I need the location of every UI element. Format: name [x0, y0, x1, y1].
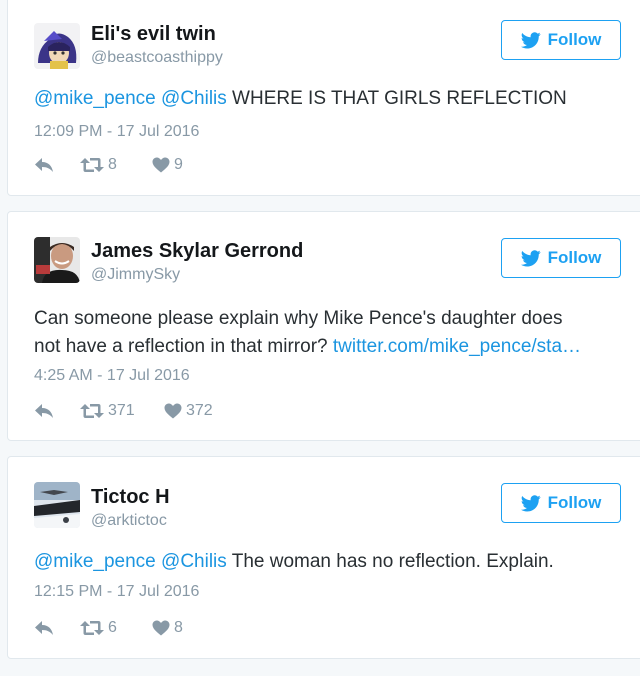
retweet-button[interactable]: 371	[80, 402, 164, 420]
avatar[interactable]	[34, 237, 80, 283]
retweet-icon	[80, 158, 104, 172]
twitter-bird-icon	[520, 31, 541, 48]
reply-arrow-icon	[35, 621, 53, 635]
timestamp[interactable]: 12:09 PM - 17 Jul 2016	[34, 123, 199, 141]
retweet-count: 8	[108, 156, 117, 173]
follow-label: Follow	[547, 248, 602, 267]
heart-icon	[152, 620, 170, 636]
twitter-bird-icon	[520, 249, 541, 266]
display-name[interactable]: James Skylar Gerrond	[91, 240, 303, 263]
twitter-bird-icon	[520, 494, 541, 511]
follow-button[interactable]: Follow	[501, 238, 621, 278]
mention-link[interactable]: @mike_pence	[34, 88, 156, 109]
tweet-body-line: Can someone please explain why Mike Penc…	[34, 308, 563, 329]
retweet-icon	[80, 404, 104, 418]
mention-link[interactable]: @Chilis	[161, 551, 227, 572]
reply-arrow-icon	[35, 404, 53, 418]
display-name[interactable]: Tictoc H	[91, 486, 170, 509]
display-name[interactable]: Eli's evil twin	[91, 23, 216, 46]
follow-button[interactable]: Follow	[501, 20, 621, 60]
url-link[interactable]: twitter.com/mike_pence/sta…	[333, 336, 581, 357]
tweet-text: @mike_pence @Chilis WHERE IS THAT GIRLS …	[34, 85, 614, 113]
tweet-text: @mike_pence @Chilis The woman has no ref…	[34, 548, 614, 576]
tweet-card: James Skylar Gerrond @JimmySky Follow Ca…	[7, 211, 640, 441]
like-count: 8	[174, 619, 183, 636]
tweet-actions: 371 372	[34, 400, 213, 422]
tweet-body: The woman has no reflection. Explain.	[226, 551, 554, 572]
tweet-actions: 6 8	[34, 617, 183, 639]
like-button[interactable]: 9	[152, 156, 183, 174]
reply-arrow-icon	[35, 158, 53, 172]
mention-link[interactable]: @Chilis	[161, 88, 227, 109]
heart-icon	[164, 403, 182, 419]
like-count: 372	[186, 402, 213, 419]
like-count: 9	[174, 156, 183, 173]
heart-icon	[152, 157, 170, 173]
avatar[interactable]	[34, 482, 80, 528]
tweet-body: WHERE IS THAT GIRLS REFLECTION	[226, 88, 567, 109]
user-handle[interactable]: @JimmySky	[91, 266, 180, 284]
tweet-text: Can someone please explain why Mike Penc…	[34, 305, 614, 361]
timestamp[interactable]: 12:15 PM - 17 Jul 2016	[34, 583, 199, 601]
retweet-button[interactable]: 8	[80, 156, 152, 174]
mention-link[interactable]: @mike_pence	[34, 551, 156, 572]
follow-label: Follow	[547, 493, 602, 512]
timestamp[interactable]: 4:25 AM - 17 Jul 2016	[34, 367, 190, 385]
retweet-count: 6	[108, 619, 117, 636]
tweet-actions: 8 9	[34, 154, 183, 176]
reply-button[interactable]	[34, 403, 80, 419]
reply-button[interactable]	[34, 157, 80, 173]
user-handle[interactable]: @beastcoasthippy	[91, 49, 223, 67]
follow-label: Follow	[547, 30, 602, 49]
avatar[interactable]	[34, 23, 80, 69]
retweet-count: 371	[108, 402, 135, 419]
reply-button[interactable]	[34, 620, 80, 636]
user-handle[interactable]: @arktictoc	[91, 512, 167, 530]
retweet-icon	[80, 621, 104, 635]
retweet-button[interactable]: 6	[80, 619, 152, 637]
tweet-card: Tictoc H @arktictoc Follow @mike_pence @…	[7, 456, 640, 659]
like-button[interactable]: 372	[164, 402, 213, 420]
tweet-card: Eli's evil twin @beastcoasthippy Follow …	[7, 0, 640, 196]
tweet-body-line: not have a reflection in that mirror?	[34, 336, 333, 357]
follow-button[interactable]: Follow	[501, 483, 621, 523]
like-button[interactable]: 8	[152, 619, 183, 637]
